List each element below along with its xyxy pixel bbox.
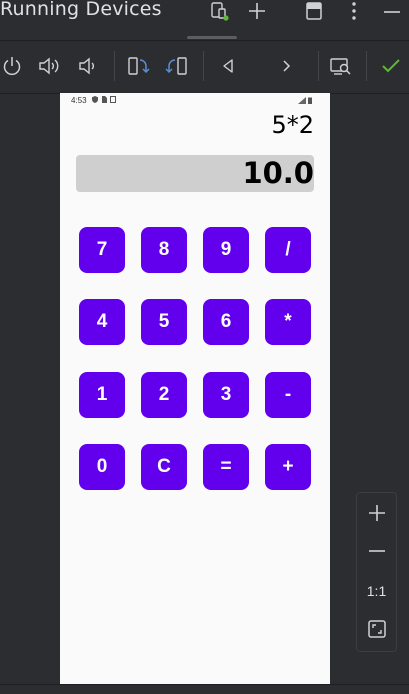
key-9[interactable]: 9: [203, 227, 249, 273]
key-6[interactable]: 6: [203, 299, 249, 345]
device-toolbar: [0, 41, 409, 93]
check-icon[interactable]: [379, 54, 403, 78]
device-manager-icon[interactable]: [208, 0, 230, 22]
toolbar-separator: [366, 51, 367, 81]
window-title: Running Devices: [0, 0, 162, 20]
key-0[interactable]: 0: [79, 444, 125, 490]
expression-display: 5*2: [271, 111, 314, 139]
shield-icon: [92, 96, 98, 103]
key-subtract[interactable]: -: [265, 372, 311, 418]
zoom-in-icon[interactable]: [357, 501, 396, 525]
sim-icon: [102, 96, 107, 103]
result-value: 10.0: [242, 156, 314, 190]
signal-icon: [298, 97, 306, 104]
bottom-edge: [0, 684, 409, 694]
key-3[interactable]: 3: [203, 372, 249, 418]
add-icon[interactable]: [246, 0, 268, 22]
key-4[interactable]: 4: [79, 299, 125, 345]
battery-icon: [308, 97, 312, 104]
screenshot-icon[interactable]: [329, 54, 353, 78]
key-7[interactable]: 7: [79, 227, 125, 273]
notification-icon: [110, 96, 116, 103]
device-screen[interactable]: 4:53 5*2 10.0 7 8 9 / 4 5 6 * 1 2 3 - 0 …: [60, 93, 330, 684]
volume-up-icon[interactable]: [37, 54, 61, 78]
rotate-right-icon[interactable]: [165, 54, 189, 78]
key-multiply[interactable]: *: [265, 299, 311, 345]
status-notification-icons: [92, 96, 116, 103]
layout-icon[interactable]: [303, 0, 325, 22]
more-options-icon[interactable]: [344, 0, 364, 22]
toolbar-separator: [318, 51, 319, 81]
power-icon[interactable]: [0, 54, 24, 78]
tab-indicator: [187, 36, 237, 39]
key-add[interactable]: +: [265, 444, 311, 490]
title-bar: Running Devices: [0, 0, 409, 39]
toolbar-separator: [203, 51, 204, 81]
status-time: 4:53: [71, 96, 87, 105]
zoom-out-icon[interactable]: [357, 539, 396, 563]
result-display: 10.0: [76, 155, 314, 192]
status-bar: 4:53: [60, 93, 330, 109]
back-icon[interactable]: [216, 54, 240, 78]
zoom-actual-size-button[interactable]: 1:1: [357, 579, 396, 603]
key-clear[interactable]: C: [141, 444, 187, 490]
minimize-icon[interactable]: [381, 0, 403, 22]
key-1[interactable]: 1: [79, 372, 125, 418]
key-2[interactable]: 2: [141, 372, 187, 418]
zoom-controls: 1:1: [356, 492, 397, 652]
key-5[interactable]: 5: [141, 299, 187, 345]
zoom-fit-icon[interactable]: [357, 617, 396, 641]
key-divide[interactable]: /: [265, 227, 311, 273]
key-8[interactable]: 8: [141, 227, 187, 273]
rotate-left-icon[interactable]: [126, 54, 150, 78]
volume-down-icon[interactable]: [76, 54, 100, 78]
toolbar-separator: [114, 51, 115, 81]
status-system-icons: [298, 97, 312, 104]
forward-icon[interactable]: [274, 54, 298, 78]
key-equals[interactable]: =: [203, 444, 249, 490]
